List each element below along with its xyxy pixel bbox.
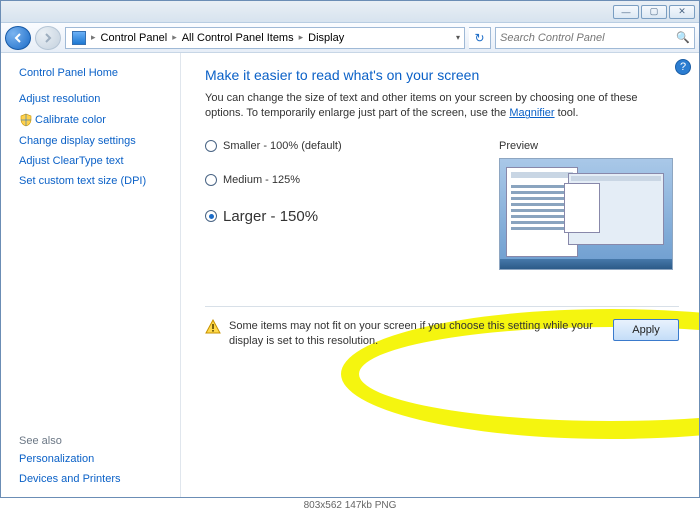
radio-label: Smaller - 100% (default) — [223, 140, 342, 152]
radio-icon — [205, 140, 217, 152]
forward-button[interactable] — [35, 26, 61, 50]
sidebar-link-cleartype[interactable]: Adjust ClearType text — [19, 151, 168, 171]
refresh-button[interactable]: ↻ — [469, 27, 491, 49]
sidebar-link-adjust-resolution[interactable]: Adjust resolution — [19, 89, 168, 109]
maximize-button[interactable]: ▢ — [641, 5, 667, 19]
page-title: Make it easier to read what's on your sc… — [205, 67, 679, 83]
breadcrumb[interactable]: ▸ Control Panel ▸ All Control Panel Item… — [65, 27, 465, 49]
see-also-header: See also — [19, 431, 168, 449]
close-button[interactable]: ✕ — [669, 5, 695, 19]
navbar: ▸ Control Panel ▸ All Control Panel Item… — [1, 23, 699, 53]
scaling-options: Smaller - 100% (default) Medium - 125% L… — [205, 140, 679, 270]
search-input[interactable]: Search Control Panel 🔍 — [495, 27, 695, 49]
sidebar-link-custom-text-size[interactable]: Set custom text size (DPI) — [19, 171, 168, 191]
preview-label: Preview — [499, 140, 679, 152]
breadcrumb-item[interactable]: Display — [304, 28, 348, 48]
titlebar: — ▢ ✕ — [1, 1, 699, 23]
see-also-personalization[interactable]: Personalization — [19, 449, 168, 469]
breadcrumb-item[interactable]: Control Panel — [97, 28, 172, 48]
main-panel: ? Make it easier to read what's on your … — [181, 53, 699, 497]
warning-text: Some items may not fit on your screen if… — [229, 319, 605, 350]
see-also-section: See also Personalization Devices and Pri… — [19, 423, 168, 489]
sidebar-link-calibrate-color[interactable]: Calibrate color — [19, 109, 168, 131]
search-icon: 🔍 — [676, 31, 690, 44]
breadcrumb-dropdown[interactable]: ▾ — [454, 33, 462, 42]
radio-icon — [205, 210, 217, 222]
warning-icon — [205, 319, 221, 335]
radio-icon — [205, 174, 217, 186]
apply-button[interactable]: Apply — [613, 319, 679, 341]
image-meta-footer: 803x562 147kb PNG — [0, 498, 700, 513]
control-panel-icon — [72, 31, 86, 45]
breadcrumb-item[interactable]: All Control Panel Items — [178, 28, 298, 48]
radio-smaller[interactable]: Smaller - 100% (default) — [205, 140, 475, 152]
search-placeholder: Search Control Panel — [500, 32, 605, 44]
content-area: Control Panel Home Adjust resolution Cal… — [1, 53, 699, 497]
back-button[interactable] — [5, 26, 31, 50]
radio-label: Larger - 150% — [223, 208, 318, 225]
sidebar-link-change-display[interactable]: Change display settings — [19, 131, 168, 151]
radio-label: Medium - 125% — [223, 174, 300, 186]
warning-row: Some items may not fit on your screen if… — [205, 306, 679, 350]
preview-image — [499, 158, 673, 270]
preview-column: Preview — [499, 140, 679, 270]
sidebar: Control Panel Home Adjust resolution Cal… — [1, 53, 181, 497]
magnifier-link[interactable]: Magnifier — [509, 107, 554, 119]
help-icon[interactable]: ? — [675, 59, 691, 75]
minimize-button[interactable]: — — [613, 5, 639, 19]
radio-medium[interactable]: Medium - 125% — [205, 174, 475, 186]
shield-icon — [19, 113, 33, 127]
display-settings-window: — ▢ ✕ ▸ Control Panel ▸ All Control Pane… — [0, 0, 700, 498]
control-panel-home-link[interactable]: Control Panel Home — [19, 67, 168, 89]
intro-text: You can change the size of text and othe… — [205, 91, 679, 122]
radio-larger[interactable]: Larger - 150% — [205, 208, 475, 225]
see-also-devices-printers[interactable]: Devices and Printers — [19, 469, 168, 489]
